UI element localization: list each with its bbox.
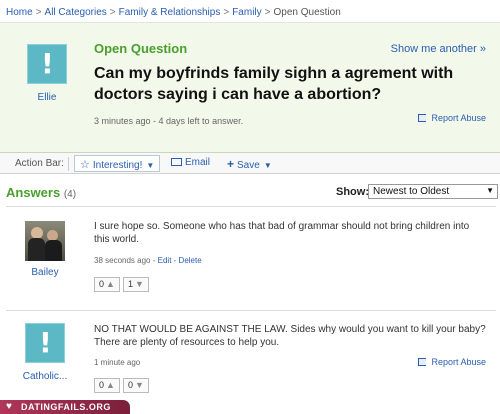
asker-name[interactable]: Ellie bbox=[20, 92, 74, 103]
divider bbox=[6, 310, 496, 311]
flag-icon bbox=[418, 114, 427, 122]
breadcrumb-separator: > bbox=[35, 7, 42, 18]
chevron-down-icon: ▼ bbox=[486, 186, 494, 195]
question-panel: ! Ellie Open Question Show me another » … bbox=[0, 22, 500, 152]
answers-heading-label: Answers bbox=[6, 185, 61, 200]
answer-text: NO THAT WOULD BE AGAINST THE LAW. Sides … bbox=[94, 324, 486, 348]
star-icon: ☆ bbox=[80, 159, 90, 171]
photo-person-body bbox=[28, 238, 45, 261]
save-button[interactable]: + Save ▼ bbox=[222, 155, 277, 172]
breadcrumb-family-relationships[interactable]: Family & Relationships bbox=[119, 7, 221, 18]
answers-count: (4) bbox=[63, 189, 77, 200]
plus-icon: + bbox=[227, 157, 235, 171]
answerer-name[interactable]: Catholic... bbox=[15, 371, 75, 382]
report-abuse-label: Report Abuse bbox=[431, 357, 486, 367]
question-title: Can my boyfrinds family sighn a agrement… bbox=[94, 65, 454, 103]
delete-link[interactable]: Delete bbox=[179, 256, 202, 265]
action-bar-label: Action Bar: bbox=[15, 158, 64, 169]
email-label: Email bbox=[185, 157, 211, 168]
question-report-abuse[interactable]: Report Abuse bbox=[418, 113, 486, 123]
thumbs-down-icon: ▼ bbox=[134, 380, 144, 390]
watermark-banner: ♥ DATINGFAILS.ORG bbox=[0, 400, 130, 414]
answer-text: I sure hope so. Someone who has that bad… bbox=[94, 221, 470, 245]
heart-icon: ♥ bbox=[6, 401, 12, 412]
answerer-name[interactable]: Bailey bbox=[15, 267, 75, 278]
breadcrumb-separator: > bbox=[264, 7, 271, 18]
answer-votes: 0 ▲ 0 ▼ bbox=[94, 378, 152, 393]
answers-heading: Answers (4) bbox=[6, 185, 76, 200]
envelope-icon bbox=[171, 158, 182, 166]
thumbs-up-count: 0 bbox=[99, 380, 105, 390]
sort-select[interactable]: Newest to Oldest ▼ bbox=[368, 184, 498, 199]
interesting-label: Interesting! bbox=[92, 160, 143, 171]
answerer-avatar-photo[interactable] bbox=[25, 221, 65, 261]
action-bar-divider bbox=[68, 157, 69, 171]
save-label: Save bbox=[237, 160, 260, 171]
thumbs-down-button[interactable]: 1 ▼ bbox=[122, 277, 149, 292]
answerer-avatar[interactable]: ! bbox=[25, 323, 65, 363]
show-another-link[interactable]: Show me another » bbox=[391, 43, 486, 55]
answer-report-abuse[interactable]: Report Abuse bbox=[418, 357, 486, 367]
asker-avatar[interactable]: ! bbox=[27, 44, 67, 84]
answer-time: 38 seconds ago bbox=[94, 256, 151, 265]
thumbs-down-button[interactable]: 0 ▼ bbox=[122, 378, 149, 393]
interesting-button[interactable]: ☆ Interesting! ▼ bbox=[74, 155, 161, 172]
answer-votes: 0 ▲ 1 ▼ bbox=[94, 277, 152, 292]
thumbs-up-count: 0 bbox=[99, 279, 105, 289]
thumbs-down-icon: ▼ bbox=[134, 279, 144, 289]
edit-link[interactable]: Edit bbox=[158, 256, 172, 265]
question-meta: 3 minutes ago - 4 days left to answer. bbox=[94, 116, 244, 126]
watermark-text: DATINGFAILS.ORG bbox=[21, 402, 111, 412]
question-status-label: Open Question bbox=[94, 41, 188, 56]
breadcrumb-all-categories[interactable]: All Categories bbox=[45, 7, 107, 18]
divider bbox=[6, 206, 496, 207]
photo-person-body bbox=[45, 240, 62, 261]
breadcrumb-family[interactable]: Family bbox=[232, 7, 261, 18]
flag-icon bbox=[418, 358, 427, 366]
thumbs-up-icon: ▲ bbox=[106, 380, 115, 390]
sort-label: Show: bbox=[336, 186, 369, 198]
answer-meta: 38 seconds ago - Edit - Delete bbox=[94, 256, 202, 265]
thumbs-down-count: 1 bbox=[127, 279, 133, 289]
thumbs-up-button[interactable]: 0 ▲ bbox=[94, 378, 120, 393]
breadcrumb-separator: > bbox=[223, 7, 230, 18]
email-button[interactable]: Email bbox=[166, 155, 215, 172]
action-bar: Action Bar: ☆ Interesting! ▼ Email + Save ▼ bbox=[0, 152, 500, 174]
report-abuse-label: Report Abuse bbox=[431, 113, 486, 123]
breadcrumb: Home > All Categories > Family & Relationshi… bbox=[6, 7, 341, 18]
default-avatar-icon: ! bbox=[39, 326, 52, 359]
thumbs-up-icon: ▲ bbox=[106, 279, 115, 289]
default-avatar-icon: ! bbox=[41, 47, 54, 80]
thumbs-down-count: 0 bbox=[127, 380, 133, 390]
thumbs-up-button[interactable]: 0 ▲ bbox=[94, 277, 120, 292]
breadcrumb-home[interactable]: Home bbox=[6, 7, 33, 18]
breadcrumb-current: Open Question bbox=[273, 7, 341, 18]
answer-time: 1 minute ago bbox=[94, 358, 141, 367]
breadcrumb-separator: > bbox=[109, 7, 116, 18]
chevron-down-icon: ▼ bbox=[263, 161, 272, 170]
sort-selected-value: Newest to Oldest bbox=[373, 186, 450, 197]
chevron-down-icon: ▼ bbox=[146, 161, 155, 170]
